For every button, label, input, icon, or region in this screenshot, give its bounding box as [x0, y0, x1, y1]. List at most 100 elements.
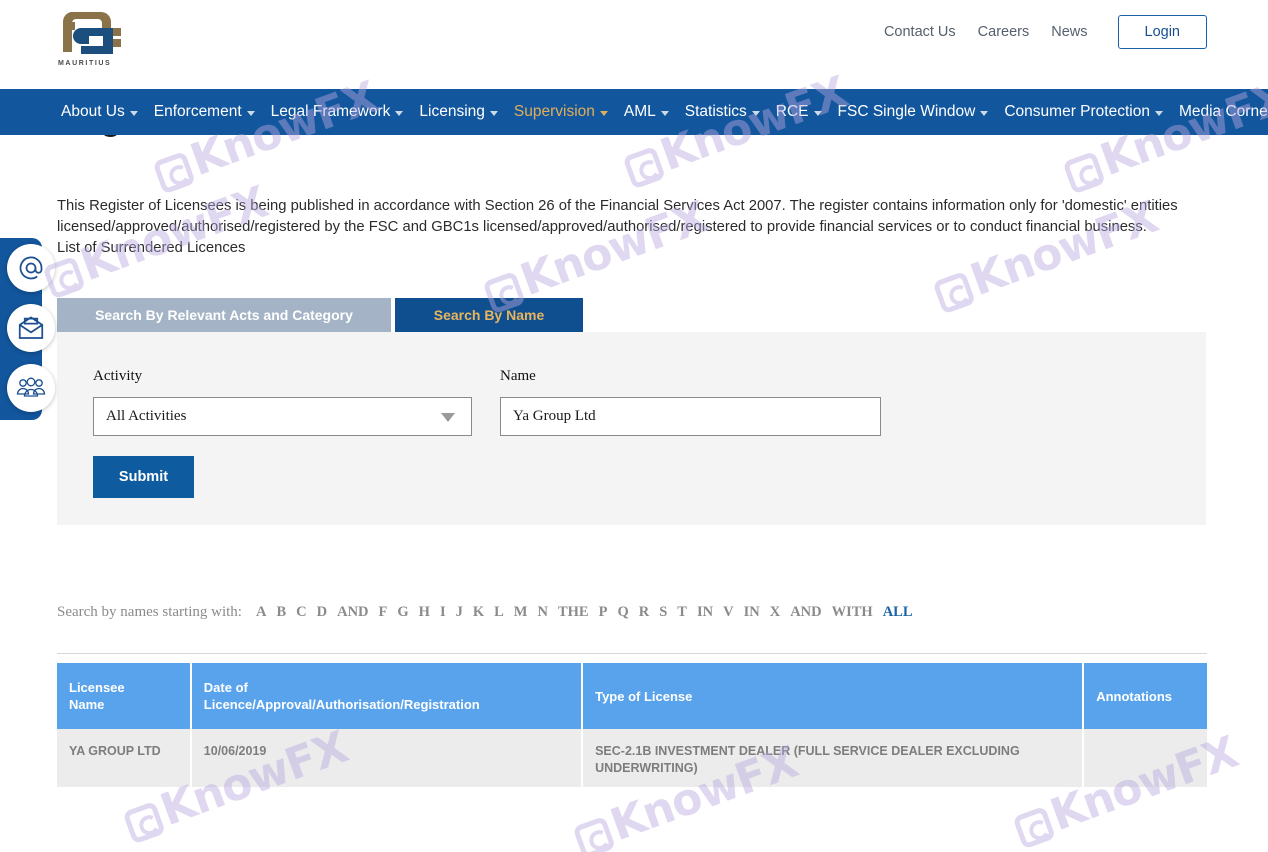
- alpha-link[interactable]: F: [379, 604, 388, 621]
- alpha-filter: Search by names starting with: A B C D A…: [57, 604, 913, 621]
- chevron-down-icon: [752, 111, 760, 116]
- register-intro-text: This Register of Licensees is being publ…: [57, 196, 1199, 259]
- nav-item-legal-framework[interactable]: Legal Framework: [271, 103, 404, 121]
- alpha-link[interactable]: M: [514, 604, 528, 621]
- nav-label: Legal Framework: [271, 103, 391, 121]
- top-link-contact-us[interactable]: Contact Us: [884, 24, 956, 40]
- col-licensee-line2: Name: [69, 696, 125, 713]
- name-label: Name: [500, 368, 536, 385]
- chevron-down-icon: [441, 413, 455, 422]
- chevron-down-icon: [814, 111, 822, 116]
- alpha-link[interactable]: T: [677, 604, 687, 621]
- at-sign-icon-button[interactable]: [7, 244, 55, 292]
- alpha-link[interactable]: WITH: [832, 604, 873, 621]
- alpha-link[interactable]: AND: [337, 604, 368, 621]
- envelope-icon-button[interactable]: [7, 304, 55, 352]
- nav-item-about-us[interactable]: About Us: [61, 103, 138, 121]
- chevron-down-icon: [490, 111, 498, 116]
- table-header-row: Licensee Name Date of Licence/Approval/A…: [57, 663, 1207, 729]
- column-header-type-of-license: Type of License: [583, 663, 1082, 729]
- alpha-link[interactable]: G: [397, 604, 408, 621]
- nav-item-enforcement[interactable]: Enforcement: [154, 103, 255, 121]
- people-group-icon-button[interactable]: [7, 364, 55, 412]
- alpha-link[interactable]: B: [276, 604, 286, 621]
- cell-type-of-license: SEC-2.1B INVESTMENT DEALER (FULL SERVICE…: [583, 729, 1082, 787]
- fsc-logo-mark: [57, 8, 129, 60]
- top-link-news[interactable]: News: [1051, 24, 1087, 40]
- login-button[interactable]: Login: [1118, 15, 1207, 49]
- col-date-line1: Date of: [204, 679, 480, 696]
- site-header: MAURITIUS Contact Us Careers News Login: [0, 0, 1268, 82]
- cell-licensee-name: YA GROUP LTD: [57, 729, 190, 787]
- nav-label: Consumer Protection: [1004, 103, 1150, 121]
- alpha-link[interactable]: K: [473, 604, 484, 621]
- intro-line-2: licensed/approved/authorised/registered …: [57, 217, 1199, 238]
- top-utility-links: Contact Us Careers News Login: [884, 10, 1207, 54]
- licensee-results-table: Licensee Name Date of Licence/Approval/A…: [57, 663, 1207, 787]
- nav-item-licensing[interactable]: Licensing: [419, 103, 498, 121]
- nav-label: AML: [624, 103, 656, 121]
- nav-item-aml[interactable]: AML: [624, 103, 669, 121]
- alpha-link[interactable]: I: [440, 604, 446, 621]
- alpha-link[interactable]: V: [723, 604, 733, 621]
- alpha-link[interactable]: X: [770, 604, 780, 621]
- column-header-date: Date of Licence/Approval/Authorisation/R…: [192, 663, 581, 729]
- alpha-link[interactable]: R: [639, 604, 649, 621]
- alpha-link[interactable]: N: [537, 604, 547, 621]
- chevron-down-icon: [600, 111, 608, 116]
- chevron-down-icon: [1155, 111, 1163, 116]
- nav-label: RCE: [776, 103, 809, 121]
- alpha-link[interactable]: AND: [790, 604, 821, 621]
- alpha-link[interactable]: J: [456, 604, 463, 621]
- cell-annotations: [1084, 729, 1207, 787]
- alpha-link[interactable]: H: [419, 604, 430, 621]
- nav-item-rce[interactable]: RCE: [776, 103, 822, 121]
- activity-label: Activity: [93, 368, 142, 385]
- alpha-link[interactable]: C: [296, 604, 306, 621]
- intro-line-1: This Register of Licensees is being publ…: [57, 196, 1199, 217]
- top-link-careers[interactable]: Careers: [978, 24, 1030, 40]
- alpha-link[interactable]: IN: [697, 604, 713, 621]
- table-row: YA GROUP LTD 10/06/2019 SEC-2.1B INVESTM…: [57, 729, 1207, 787]
- alpha-link[interactable]: P: [599, 604, 608, 621]
- nav-item-supervision[interactable]: Supervision: [514, 103, 608, 121]
- tab-search-by-acts-and-category[interactable]: Search By Relevant Acts and Category: [57, 298, 391, 332]
- alpha-link-all[interactable]: ALL: [883, 604, 913, 621]
- alpha-link[interactable]: D: [317, 604, 327, 621]
- people-group-icon: [15, 372, 47, 404]
- nav-item-consumer-protection[interactable]: Consumer Protection: [1004, 103, 1163, 121]
- section-divider: [57, 653, 1207, 654]
- activity-select[interactable]: All Activities: [93, 397, 472, 436]
- main-navigation: About Us Enforcement Legal Framework Lic…: [0, 89, 1268, 135]
- search-tabs: Search By Relevant Acts and Category Sea…: [57, 298, 583, 332]
- nav-item-fsc-single-window[interactable]: FSC Single Window: [838, 103, 989, 121]
- intro-line-3: List of Surrendered Licences: [57, 238, 1199, 259]
- fsc-logo[interactable]: MAURITIUS: [57, 8, 129, 70]
- nav-label: Statistics: [685, 103, 747, 121]
- submit-button[interactable]: Submit: [93, 456, 194, 498]
- alpha-link[interactable]: S: [659, 604, 667, 621]
- nav-item-statistics[interactable]: Statistics: [685, 103, 760, 121]
- nav-label: Enforcement: [154, 103, 242, 121]
- alpha-link[interactable]: THE: [558, 604, 589, 621]
- chevron-down-icon: [247, 111, 255, 116]
- tab-search-by-name[interactable]: Search By Name: [395, 298, 583, 332]
- col-date-line2: Licence/Approval/Authorisation/Registrat…: [204, 696, 480, 713]
- nav-label: FSC Single Window: [838, 103, 976, 121]
- nav-item-media-corner[interactable]: Media Corner: [1179, 103, 1268, 121]
- chevron-down-icon: [130, 111, 138, 116]
- alpha-link[interactable]: A: [256, 604, 266, 621]
- floating-contact-widget: [0, 238, 42, 420]
- alpha-link[interactable]: IN: [744, 604, 760, 621]
- col-licensee-line1: Licensee: [69, 679, 125, 696]
- nav-label: About Us: [61, 103, 125, 121]
- name-input[interactable]: [500, 397, 881, 436]
- alpha-link[interactable]: Q: [617, 604, 628, 621]
- page-root: MAURITIUS Contact Us Careers News Login …: [0, 0, 1268, 852]
- envelope-icon: [16, 313, 46, 343]
- logo-caption: MAURITIUS: [58, 60, 111, 67]
- chevron-down-icon: [395, 111, 403, 116]
- chevron-down-icon: [980, 111, 988, 116]
- chevron-down-icon: [661, 111, 669, 116]
- alpha-link[interactable]: L: [494, 604, 504, 621]
